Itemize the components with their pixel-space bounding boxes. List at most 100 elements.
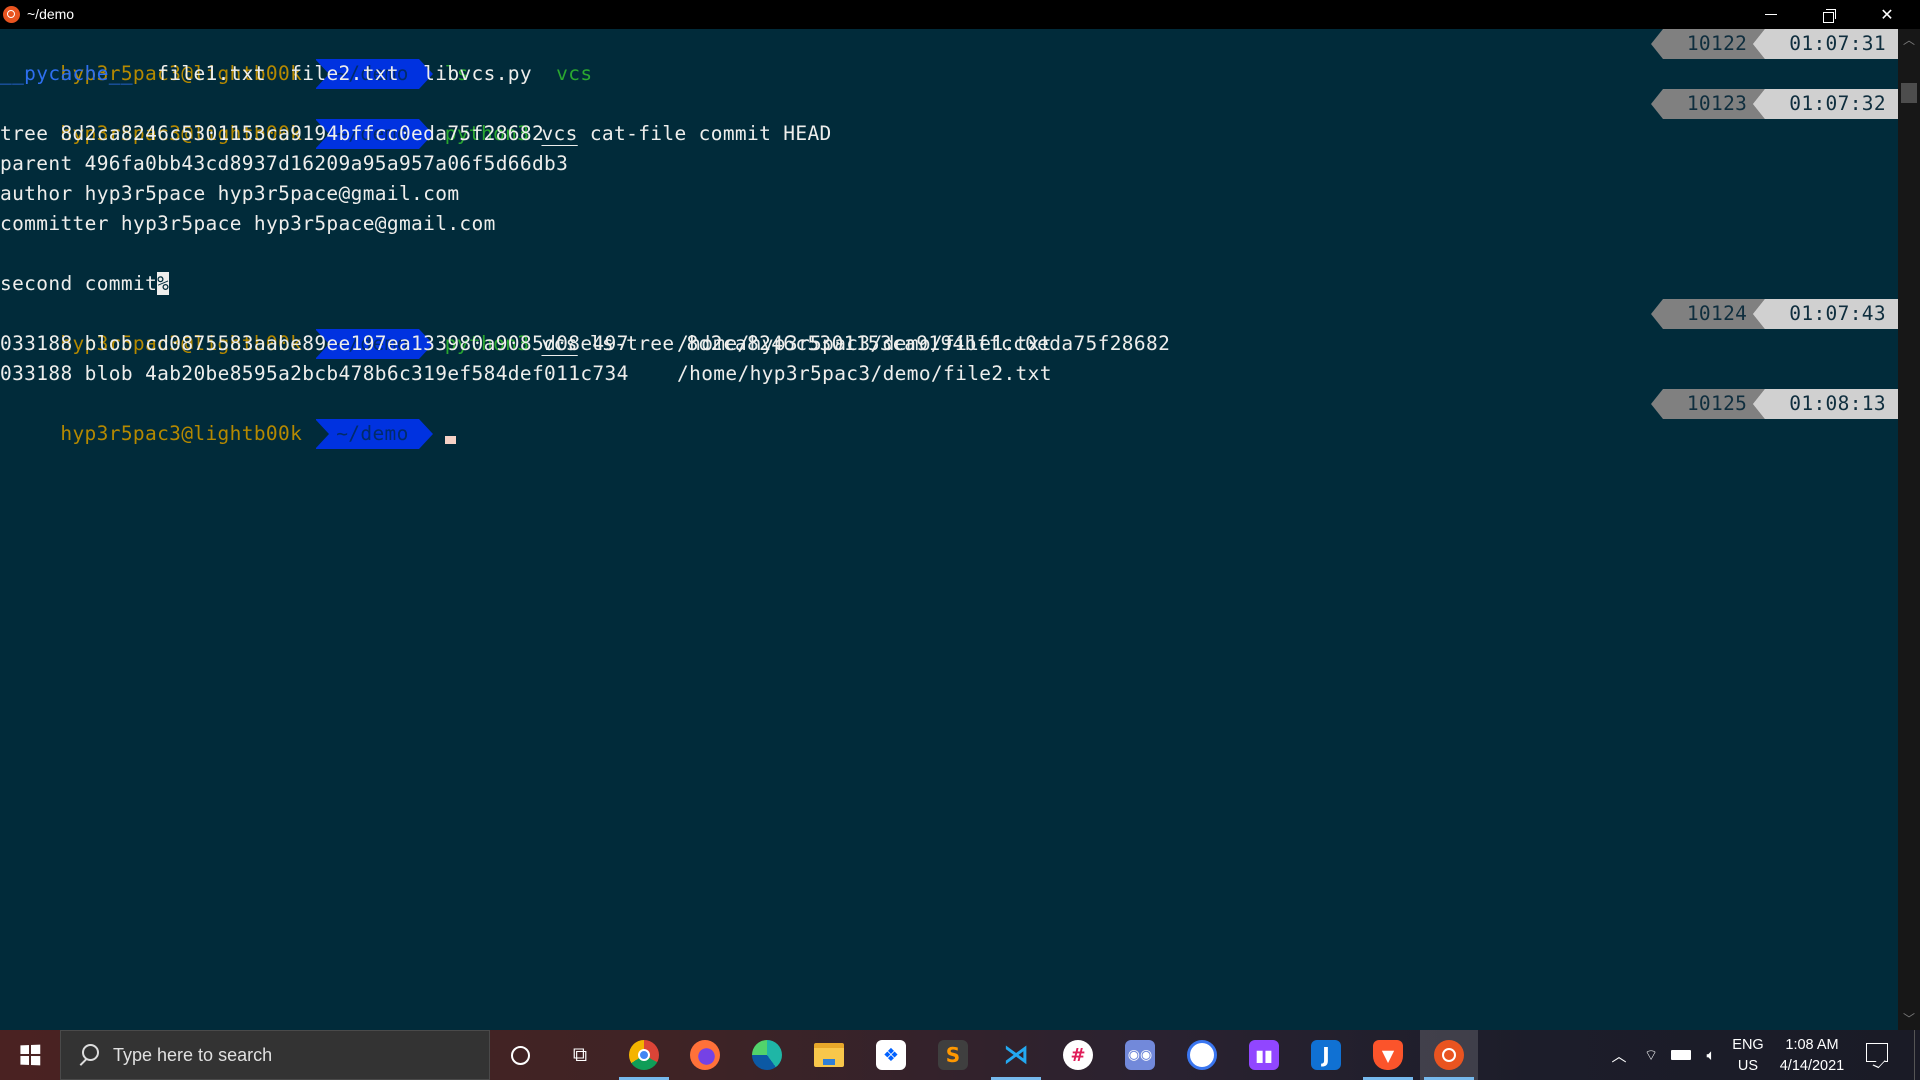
ls-entry-executable: vcs	[556, 62, 593, 85]
scroll-down-button[interactable]: ﹀	[1898, 1010, 1920, 1028]
close-button[interactable]: ✕	[1858, 0, 1916, 29]
taskbar-app-joplin[interactable]: J	[1297, 1030, 1355, 1080]
output-line: tree 8d2ca8246c5301153ca9194bffcc0eda75f…	[0, 122, 545, 145]
taskbar-app-edge[interactable]	[738, 1030, 796, 1080]
joplin-icon: J	[1311, 1040, 1341, 1070]
close-icon: ✕	[1880, 6, 1894, 24]
notification-center-icon[interactable]	[1866, 1043, 1888, 1062]
sublime-text-icon: S	[938, 1040, 968, 1070]
twitch-icon: ▮▮	[1249, 1040, 1279, 1070]
dropbox-icon: ❖	[876, 1040, 906, 1070]
commit-message: second commit	[0, 272, 158, 295]
battery-button[interactable]	[1667, 1030, 1695, 1080]
folder-icon	[814, 1043, 844, 1067]
right-prompt: 10122 01:07:31	[1650, 29, 1898, 59]
clock[interactable]: 1:08 AM 4/14/2021	[1768, 1035, 1856, 1077]
taskbar-app-sublime-text[interactable]: S	[924, 1030, 982, 1080]
firefox-icon	[690, 1040, 720, 1070]
vertical-scrollbar[interactable]: ︿ ﹀	[1898, 29, 1920, 1030]
minimize-icon	[1765, 14, 1777, 15]
cortana-button[interactable]	[497, 1030, 543, 1080]
show-desktop-button[interactable]	[1914, 1030, 1920, 1080]
scrollbar-thumb[interactable]	[1901, 83, 1917, 103]
taskbar-app-slack[interactable]: #	[1049, 1030, 1107, 1080]
chrome-icon	[629, 1040, 659, 1070]
prompt-line: hyp3r5pac3@lightb00k ~/demo python3 vcs ls…	[0, 299, 1898, 359]
command-time: 01:07:31	[1753, 29, 1898, 59]
right-prompt: 10124 01:07:43	[1650, 299, 1898, 329]
language-indicator[interactable]: ENG US	[1728, 1035, 1768, 1077]
vscode-icon: ⋊	[1003, 1040, 1029, 1070]
taskbar-app-dropbox[interactable]: ❖	[862, 1030, 920, 1080]
restore-icon	[1823, 8, 1836, 23]
output-line: parent 496fa0bb43cd8937d16209a95a957a06f…	[0, 152, 569, 175]
cortana-icon	[510, 1045, 530, 1065]
restore-button[interactable]	[1800, 0, 1858, 29]
taskbar-search[interactable]: Type here to search	[60, 1030, 490, 1080]
language-code: ENG	[1732, 1037, 1764, 1053]
prompt-user-host: hyp3r5pac3@lightb00k	[60, 422, 303, 445]
command-time: 01:08:13	[1753, 389, 1898, 419]
edge-icon	[752, 1040, 782, 1070]
taskbar-app-ubuntu[interactable]	[1420, 1030, 1478, 1080]
prompt-directory: ~/demo	[315, 419, 433, 449]
taskbar-app-signal[interactable]	[1173, 1030, 1231, 1080]
search-icon	[77, 1044, 99, 1066]
chevron-up-icon: ︿	[1902, 33, 1915, 47]
volume-button[interactable]: 🔈︎	[1697, 1030, 1725, 1080]
taskbar-app-file-explorer[interactable]	[800, 1030, 858, 1080]
windows-icon	[20, 1044, 41, 1066]
history-number: 10124	[1650, 299, 1766, 329]
taskbar-app-firefox[interactable]	[676, 1030, 734, 1080]
taskbar-app-discord[interactable]: ◉◉	[1111, 1030, 1169, 1080]
wifi-icon: ⌔	[1643, 1045, 1659, 1064]
chevron-down-icon: ﹀	[1902, 1012, 1915, 1026]
history-number: 10125	[1650, 389, 1766, 419]
start-button[interactable]	[0, 1030, 60, 1080]
taskbar: Type here to search ⧉ ❖ S ⋊ # ◉◉ ▮▮ J ▼	[0, 1030, 1920, 1080]
minimize-button[interactable]	[1742, 0, 1800, 29]
window-title: ~/demo	[27, 6, 75, 22]
history-number: 10122	[1650, 29, 1766, 59]
task-view-icon: ⧉	[572, 1043, 588, 1066]
task-view-button[interactable]: ⧉	[557, 1030, 603, 1080]
taskbar-app-twitch[interactable]: ▮▮	[1235, 1030, 1293, 1080]
output-line: 033188 blob 4ab20be8595a2bcb478b6c319ef5…	[0, 362, 1052, 385]
prompt-line-current[interactable]: hyp3r5pac3@lightb00k ~/demo 10125 01:08:1…	[0, 389, 1898, 449]
taskbar-app-vscode[interactable]: ⋊	[987, 1030, 1045, 1080]
title-bar: ~/demo ✕	[0, 0, 1920, 29]
history-number: 10123	[1650, 89, 1766, 119]
taskbar-app-chrome[interactable]	[615, 1030, 673, 1080]
battery-icon	[1671, 1050, 1691, 1060]
clock-date: 4/14/2021	[1779, 1058, 1845, 1074]
ls-entry-directory: __pycache__	[0, 62, 133, 85]
terminal-output[interactable]: hyp3r5pac3@lightb00k ~/demo ls 10122 01:07…	[0, 29, 1898, 1030]
brave-icon: ▼	[1373, 1040, 1403, 1070]
output-line: committer hyp3r5pace hyp3r5pace@gmail.co…	[0, 212, 496, 235]
ubuntu-icon	[1434, 1040, 1464, 1070]
output-line: __pycache__ file1.txt file2.txt libvcs.p…	[0, 59, 1898, 89]
taskbar-app-brave[interactable]: ▼	[1359, 1030, 1417, 1080]
signal-icon	[1187, 1040, 1217, 1070]
ls-entry-files: file1.txt file2.txt libvcs.py	[133, 62, 557, 85]
right-prompt: 10125 01:08:13	[1650, 389, 1898, 419]
chevron-up-icon: ︿	[1611, 1046, 1627, 1065]
command-time: 01:07:32	[1753, 89, 1898, 119]
no-newline-marker: %	[157, 272, 170, 295]
output-line: second commit%	[0, 269, 1898, 299]
network-button[interactable]: ⌔	[1638, 1030, 1664, 1080]
ubuntu-icon	[3, 6, 20, 23]
scroll-up-button[interactable]: ︿	[1898, 31, 1920, 49]
text-cursor	[444, 436, 456, 444]
output-line: author hyp3r5pace hyp3r5pace@gmail.com	[0, 182, 460, 205]
search-placeholder: Type here to search	[113, 1044, 273, 1065]
slack-icon: #	[1063, 1040, 1093, 1070]
show-hidden-icons-button[interactable]: ︿	[1606, 1030, 1632, 1080]
prompt-line: hyp3r5pac3@lightb00k ~/demo ls 10122 01:07…	[0, 29, 1898, 89]
volume-icon: 🔈︎	[1706, 1046, 1716, 1064]
clock-time: 1:08 AM	[1785, 1037, 1839, 1053]
discord-icon: ◉◉	[1125, 1040, 1155, 1070]
region-code: US	[1737, 1058, 1759, 1074]
output-line: 033188 blob cd0875583aabe89ee197ea133980…	[0, 332, 1052, 355]
